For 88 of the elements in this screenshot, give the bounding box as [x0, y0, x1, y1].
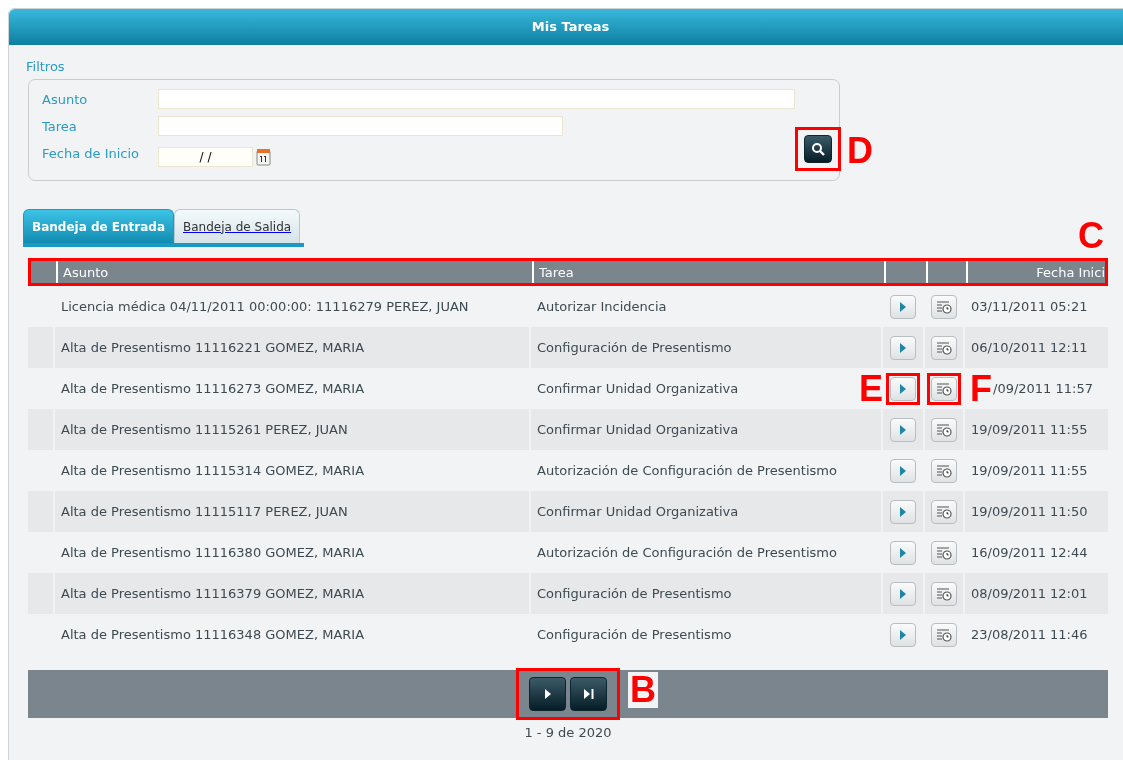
column-header: Asunto — [63, 264, 109, 280]
play-icon — [899, 464, 907, 477]
date-field[interactable]: / / — [158, 146, 253, 167]
table-cell: 23/08/2011 11:46 — [971, 627, 1088, 642]
table-cell: /09/2011 11:57 — [993, 381, 1093, 396]
table-cell: 08/09/2011 12:01 — [971, 586, 1088, 601]
play-button[interactable] — [890, 540, 916, 565]
play-button[interactable] — [890, 499, 916, 524]
table-cell: Autorizar Incidencia — [537, 299, 667, 314]
table-cell: Alta de Presentismo 11115117 PEREZ, JUAN — [61, 504, 348, 519]
table-cell: Confirmar Unidad Organizativa — [537, 504, 739, 519]
details-button[interactable] — [931, 417, 957, 442]
search-icon — [811, 142, 825, 156]
play-button[interactable] — [890, 417, 916, 442]
table-cell: Alta de Presentismo 11116221 GOMEZ, MARIA — [61, 340, 365, 355]
list-clock-icon — [936, 586, 952, 601]
details-button[interactable] — [931, 376, 957, 401]
play-icon — [899, 628, 907, 641]
window-title: Mis Tareas — [9, 9, 1123, 45]
details-button[interactable] — [931, 499, 957, 524]
last-page-button[interactable] — [570, 677, 607, 711]
table-cell: Configuración de Presentismo — [537, 340, 732, 355]
list-clock-icon — [936, 504, 952, 519]
tab[interactable]: Bandeja de Salida — [174, 209, 301, 243]
play-icon — [899, 341, 907, 354]
list-clock-icon — [936, 627, 952, 642]
table-cell: Alta de Presentismo 11116379 GOMEZ, MARIA — [61, 586, 365, 601]
details-button[interactable] — [931, 294, 957, 319]
skip-to-end-icon — [582, 688, 595, 700]
list-clock-icon — [936, 463, 952, 478]
filters-title: Filtros — [26, 59, 66, 74]
list-clock-icon — [936, 340, 952, 355]
annotation-label: E — [859, 371, 883, 407]
column-header: Fecha Inici — [1036, 264, 1105, 280]
table-cell: Confirmar Unidad Organizativa — [537, 381, 739, 396]
play-icon — [899, 382, 907, 395]
next-page-button[interactable] — [529, 677, 566, 711]
play-icon — [899, 423, 907, 436]
field-label: Asunto — [42, 91, 89, 107]
list-clock-icon — [936, 299, 952, 314]
table-cell: Configuración de Presentismo — [537, 627, 732, 642]
table-cell: 03/11/2011 05:21 — [971, 299, 1088, 314]
table-cell: Alta de Presentismo 11116380 GOMEZ, MARIA — [61, 545, 365, 560]
details-button[interactable] — [931, 581, 957, 606]
details-button[interactable] — [931, 622, 957, 647]
search-button[interactable] — [804, 135, 832, 163]
play-icon — [899, 300, 907, 313]
play-button[interactable] — [890, 376, 916, 401]
annotation-label: F — [970, 370, 992, 407]
annotation-label: B — [628, 672, 658, 708]
details-button[interactable] — [931, 335, 957, 360]
play-button[interactable] — [890, 335, 916, 360]
field-label: Fecha de Inicio — [42, 145, 141, 161]
table-cell: Alta de Presentismo 11116273 GOMEZ, MARIA — [61, 381, 365, 396]
calendar-icon — [256, 147, 272, 166]
play-button[interactable] — [890, 458, 916, 483]
details-button[interactable] — [931, 458, 957, 483]
field-label: Tarea — [42, 118, 78, 134]
play-icon — [899, 546, 907, 559]
table-cell: 19/09/2011 11:55 — [971, 463, 1088, 478]
table-cell: Confirmar Unidad Organizativa — [537, 422, 739, 437]
list-clock-icon — [936, 422, 952, 437]
page-summary: 1 - 9 de 2020 — [523, 725, 613, 740]
table-cell: Autorización de Configuración de Presentismo — [537, 545, 837, 560]
input-field[interactable] — [158, 89, 795, 109]
column-header: Tarea — [539, 264, 574, 280]
input-field[interactable] — [158, 116, 563, 136]
table-cell: Alta de Presentismo 11115261 PEREZ, JUAN — [61, 422, 348, 437]
table-cell: 19/09/2011 11:50 — [971, 504, 1088, 519]
annotation-label: C — [1078, 218, 1104, 254]
play-icon — [899, 587, 907, 600]
annotation-label: D — [847, 133, 873, 169]
play-icon — [899, 505, 907, 518]
table-cell: Licencia médica 04/11/2011 00:00:00: 11116279 PEREZ, JUAN — [61, 299, 469, 314]
table-cell: Configuración de Presentismo — [537, 586, 732, 601]
details-button[interactable] — [931, 540, 957, 565]
table-cell: Alta de Presentismo 11115314 GOMEZ, MARIA — [61, 463, 365, 478]
list-clock-icon — [936, 545, 952, 560]
table-cell: 16/09/2011 12:44 — [971, 545, 1088, 560]
play-button[interactable] — [890, 622, 916, 647]
table-cell: Autorización de Configuración de Presentismo — [537, 463, 837, 478]
table-cell: 19/09/2011 11:55 — [971, 422, 1088, 437]
next-icon — [543, 688, 552, 700]
play-button[interactable] — [890, 294, 916, 319]
list-clock-icon — [936, 381, 952, 396]
table-cell: 06/10/2011 12:11 — [971, 340, 1088, 355]
play-button[interactable] — [890, 581, 916, 606]
table-cell: Alta de Presentismo 11116348 GOMEZ, MARIA — [61, 627, 365, 642]
